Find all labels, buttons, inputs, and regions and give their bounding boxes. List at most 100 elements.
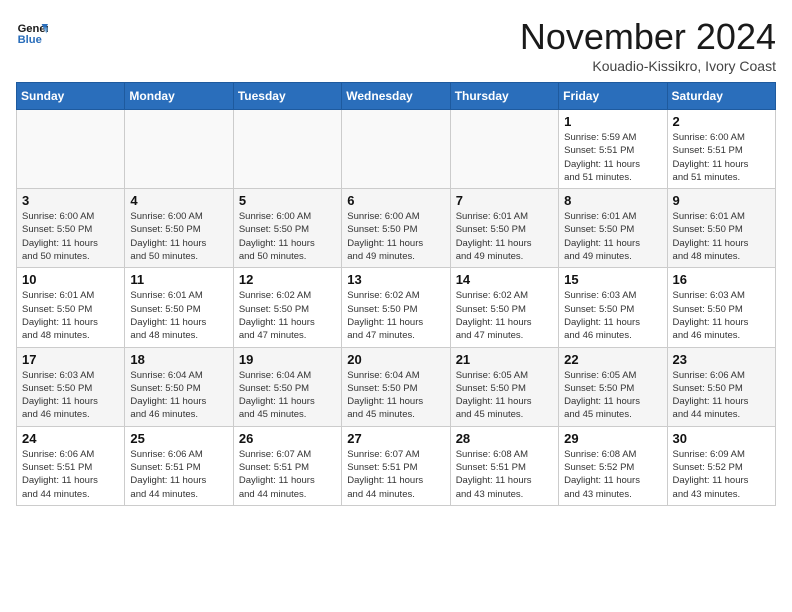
day-number: 6 [347, 193, 444, 208]
day-cell-14: 14 Sunrise: 6:02 AM Sunset: 5:50 PM Dayli… [450, 268, 558, 347]
day-cell-12: 12Sunrise: 6:02 AM Sunset: 5:50 PM Dayli… [233, 268, 341, 347]
weekday-header-row: SundayMondayTuesdayWednesdayThursdayFrid… [17, 83, 776, 110]
page-header: General Blue November 2024 Kouadio-Kissi… [16, 16, 776, 74]
day-info: Sunrise: 6:09 AM Sunset: 5:52 PM Dayligh… [673, 448, 770, 501]
weekday-header-monday: Monday [125, 83, 233, 110]
day-cell-15: 15 Sunrise: 6:03 AM Sunset: 5:50 PM Dayli… [559, 268, 667, 347]
day-info: Sunrise: 6:08 AM Sunset: 5:51 PM Dayligh… [456, 448, 553, 501]
day-info: Sunrise: 6:08 AM Sunset: 5:52 PM Dayligh… [564, 448, 661, 501]
day-cell-29: 29 Sunrise: 6:08 AM Sunset: 5:52 PM Dayli… [559, 426, 667, 505]
day-info: Sunrise: 6:00 AM Sunset: 5:50 PM Dayligh… [239, 210, 336, 263]
day-number: 27 [347, 431, 444, 446]
week-row-5: 24 Sunrise: 6:06 AM Sunset: 5:51 PM Dayli… [17, 426, 776, 505]
day-info: Sunrise: 6:01 AM Sunset: 5:50 PM Dayligh… [22, 289, 119, 342]
day-info: Sunrise: 6:01 AM Sunset: 5:50 PM Dayligh… [673, 210, 770, 263]
day-number: 19 [239, 352, 336, 367]
empty-cell [17, 110, 125, 189]
day-info: Sunrise: 6:01 AM Sunset: 5:50 PM Dayligh… [564, 210, 661, 263]
day-cell-10: 10 Sunrise: 6:01 AM Sunset: 5:50 PM Dayli… [17, 268, 125, 347]
day-number: 7 [456, 193, 553, 208]
empty-cell [450, 110, 558, 189]
day-number: 26 [239, 431, 336, 446]
day-cell-26: 26Sunrise: 6:07 AM Sunset: 5:51 PM Dayli… [233, 426, 341, 505]
day-number: 22 [564, 352, 661, 367]
day-number: 24 [22, 431, 119, 446]
day-number: 15 [564, 272, 661, 287]
weekday-header-thursday: Thursday [450, 83, 558, 110]
day-number: 28 [456, 431, 553, 446]
day-cell-19: 19 Sunrise: 6:04 AM Sunset: 5:50 PM Dayli… [233, 347, 341, 426]
day-cell-1: 1Sunrise: 5:59 AM Sunset: 5:51 PM Daylig… [559, 110, 667, 189]
weekday-header-sunday: Sunday [17, 83, 125, 110]
day-info: Sunrise: 6:03 AM Sunset: 5:50 PM Dayligh… [673, 289, 770, 342]
day-number: 1 [564, 114, 661, 129]
day-info: Sunrise: 6:04 AM Sunset: 5:50 PM Dayligh… [239, 369, 336, 422]
day-info: Sunrise: 6:05 AM Sunset: 5:50 PM Dayligh… [564, 369, 661, 422]
day-cell-6: 6Sunrise: 6:00 AM Sunset: 5:50 PM Daylig… [342, 189, 450, 268]
day-number: 29 [564, 431, 661, 446]
day-cell-20: 20 Sunrise: 6:04 AM Sunset: 5:50 PM Dayli… [342, 347, 450, 426]
day-cell-16: 16 Sunrise: 6:03 AM Sunset: 5:50 PM Dayli… [667, 268, 775, 347]
day-info: Sunrise: 6:03 AM Sunset: 5:50 PM Dayligh… [564, 289, 661, 342]
day-number: 10 [22, 272, 119, 287]
month-title: November 2024 [520, 16, 776, 58]
day-info: Sunrise: 6:07 AM Sunset: 5:51 PM Dayligh… [347, 448, 444, 501]
day-info: Sunrise: 6:01 AM Sunset: 5:50 PM Dayligh… [456, 210, 553, 263]
empty-cell [342, 110, 450, 189]
day-info: Sunrise: 6:02 AM Sunset: 5:50 PM Dayligh… [347, 289, 444, 342]
day-info: Sunrise: 6:04 AM Sunset: 5:50 PM Dayligh… [347, 369, 444, 422]
day-cell-23: 23Sunrise: 6:06 AM Sunset: 5:50 PM Dayli… [667, 347, 775, 426]
day-info: Sunrise: 6:02 AM Sunset: 5:50 PM Dayligh… [456, 289, 553, 342]
day-number: 14 [456, 272, 553, 287]
day-cell-9: 9 Sunrise: 6:01 AM Sunset: 5:50 PM Daylig… [667, 189, 775, 268]
day-number: 20 [347, 352, 444, 367]
day-number: 13 [347, 272, 444, 287]
weekday-header-wednesday: Wednesday [342, 83, 450, 110]
day-info: Sunrise: 6:00 AM Sunset: 5:50 PM Dayligh… [130, 210, 227, 263]
day-cell-25: 25 Sunrise: 6:06 AM Sunset: 5:51 PM Dayli… [125, 426, 233, 505]
location: Kouadio-Kissikro, Ivory Coast [520, 58, 776, 74]
logo-icon: General Blue [16, 16, 48, 48]
day-number: 16 [673, 272, 770, 287]
day-info: Sunrise: 6:06 AM Sunset: 5:51 PM Dayligh… [22, 448, 119, 501]
week-row-4: 17 Sunrise: 6:03 AM Sunset: 5:50 PM Dayli… [17, 347, 776, 426]
day-info: Sunrise: 6:04 AM Sunset: 5:50 PM Dayligh… [130, 369, 227, 422]
day-cell-8: 8 Sunrise: 6:01 AM Sunset: 5:50 PM Daylig… [559, 189, 667, 268]
weekday-header-friday: Friday [559, 83, 667, 110]
day-cell-13: 13 Sunrise: 6:02 AM Sunset: 5:50 PM Dayli… [342, 268, 450, 347]
day-number: 3 [22, 193, 119, 208]
day-cell-5: 5 Sunrise: 6:00 AM Sunset: 5:50 PM Daylig… [233, 189, 341, 268]
empty-cell [125, 110, 233, 189]
day-cell-18: 18Sunrise: 6:04 AM Sunset: 5:50 PM Dayli… [125, 347, 233, 426]
svg-text:Blue: Blue [18, 34, 42, 46]
week-row-1: 1Sunrise: 5:59 AM Sunset: 5:51 PM Daylig… [17, 110, 776, 189]
day-cell-22: 22 Sunrise: 6:05 AM Sunset: 5:50 PM Dayli… [559, 347, 667, 426]
day-info: Sunrise: 6:06 AM Sunset: 5:51 PM Dayligh… [130, 448, 227, 501]
day-cell-28: 28 Sunrise: 6:08 AM Sunset: 5:51 PM Dayli… [450, 426, 558, 505]
day-number: 17 [22, 352, 119, 367]
day-number: 11 [130, 272, 227, 287]
calendar-table: SundayMondayTuesdayWednesdayThursdayFrid… [16, 82, 776, 506]
day-info: Sunrise: 6:06 AM Sunset: 5:50 PM Dayligh… [673, 369, 770, 422]
day-number: 21 [456, 352, 553, 367]
day-number: 25 [130, 431, 227, 446]
day-cell-4: 4Sunrise: 6:00 AM Sunset: 5:50 PM Daylig… [125, 189, 233, 268]
week-row-3: 10 Sunrise: 6:01 AM Sunset: 5:50 PM Dayli… [17, 268, 776, 347]
empty-cell [233, 110, 341, 189]
title-section: November 2024 Kouadio-Kissikro, Ivory Co… [520, 16, 776, 74]
day-cell-2: 2Sunrise: 6:00 AM Sunset: 5:51 PM Daylig… [667, 110, 775, 189]
day-info: Sunrise: 6:03 AM Sunset: 5:50 PM Dayligh… [22, 369, 119, 422]
day-info: Sunrise: 6:00 AM Sunset: 5:51 PM Dayligh… [673, 131, 770, 184]
day-cell-30: 30 Sunrise: 6:09 AM Sunset: 5:52 PM Dayli… [667, 426, 775, 505]
day-info: Sunrise: 6:00 AM Sunset: 5:50 PM Dayligh… [22, 210, 119, 263]
day-number: 12 [239, 272, 336, 287]
day-number: 30 [673, 431, 770, 446]
weekday-header-tuesday: Tuesday [233, 83, 341, 110]
day-number: 9 [673, 193, 770, 208]
day-cell-21: 21Sunrise: 6:05 AM Sunset: 5:50 PM Dayli… [450, 347, 558, 426]
day-cell-3: 3 Sunrise: 6:00 AM Sunset: 5:50 PM Daylig… [17, 189, 125, 268]
day-cell-7: 7 Sunrise: 6:01 AM Sunset: 5:50 PM Daylig… [450, 189, 558, 268]
day-cell-27: 27 Sunrise: 6:07 AM Sunset: 5:51 PM Dayli… [342, 426, 450, 505]
day-number: 5 [239, 193, 336, 208]
day-number: 8 [564, 193, 661, 208]
